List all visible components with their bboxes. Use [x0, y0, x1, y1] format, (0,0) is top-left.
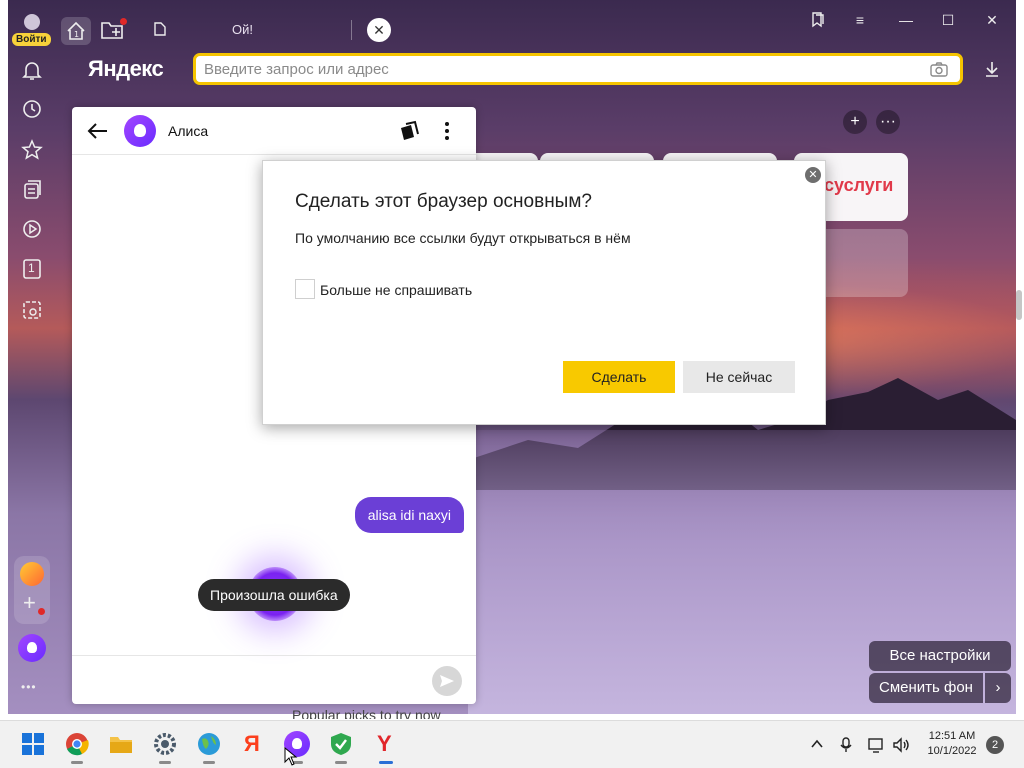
chrome-icon[interactable]	[64, 731, 90, 757]
browser-window: Войти 1 Ой! ✕ ≡ — ☐ ✕ Яндекс Введите зап…	[8, 0, 1016, 714]
yandex-letter: Я	[244, 731, 260, 756]
tab-close-button[interactable]: ✕	[367, 18, 391, 42]
login-label[interactable]: Войти	[12, 33, 51, 46]
title-bar: Войти 1 Ой! ✕ ≡ — ☐ ✕	[8, 0, 1016, 50]
mouse-cursor-icon	[284, 747, 298, 766]
tab-group-folder[interactable]	[100, 18, 130, 44]
shield-check-icon[interactable]	[328, 731, 354, 757]
alice-sidebar-button[interactable]	[18, 634, 46, 662]
next-background-button[interactable]: ›	[985, 673, 1011, 703]
sidebar-apps-group: +	[14, 556, 50, 624]
volume-icon[interactable]	[892, 737, 910, 753]
maps-running-indicator	[203, 761, 215, 764]
user-message-bubble: alisa idi naxyi	[354, 497, 464, 533]
yandex-browser-letter: Y	[377, 731, 392, 756]
more-vertical-icon[interactable]	[444, 121, 450, 141]
file-explorer-icon[interactable]	[108, 731, 134, 757]
behind-popular-picks-text: Popular picks to try now	[292, 707, 441, 719]
maximize-button[interactable]: ☐	[934, 10, 962, 30]
error-toast: Произошла ошибка	[198, 579, 350, 611]
screenshot-camera-icon[interactable]	[20, 298, 44, 322]
tab-home[interactable]: 1	[61, 17, 91, 45]
yandex-logo[interactable]: Яндекс	[88, 56, 164, 82]
tiles-more-button[interactable]: ···	[876, 110, 900, 134]
chevron-up-icon[interactable]	[810, 737, 824, 751]
svg-text:1: 1	[74, 30, 79, 39]
shield-running-indicator	[335, 761, 347, 764]
tab-counter-value: 1	[28, 261, 35, 275]
star-icon[interactable]	[20, 138, 44, 162]
add-app-button[interactable]: +	[23, 590, 36, 616]
alice-avatar	[124, 115, 156, 147]
alice-title: Алиса	[168, 123, 209, 139]
notification-dot	[120, 18, 127, 25]
gosuslugi-label: суслуги	[824, 175, 894, 195]
clock-time: 12:51 AM	[928, 730, 976, 742]
bell-icon[interactable]	[20, 58, 44, 82]
page-scrollbar[interactable]	[1016, 290, 1022, 320]
dialog-description: По умолчанию все ссылки будут открыватьс…	[295, 230, 631, 246]
send-arrow-icon	[440, 675, 454, 687]
download-icon[interactable]	[983, 60, 1001, 78]
tab-title[interactable]: Ой!	[232, 22, 253, 37]
maps-globe-icon[interactable]	[196, 731, 222, 757]
user-icon	[24, 14, 40, 30]
not-now-button[interactable]: Не сейчас	[683, 361, 795, 393]
network-monitor-icon[interactable]	[868, 737, 886, 753]
close-window-button[interactable]: ✕	[978, 10, 1006, 30]
history-clock-icon[interactable]	[20, 97, 44, 121]
yandex-browser-running-indicator	[379, 761, 393, 764]
make-default-button[interactable]: Сделать	[563, 361, 675, 393]
send-button[interactable]	[432, 666, 462, 696]
tab-counter-button[interactable]: 1	[20, 257, 44, 281]
back-arrow-icon[interactable]	[86, 119, 110, 143]
dialog-close-button[interactable]: ✕	[805, 167, 821, 183]
add-tile-button[interactable]: +	[843, 110, 867, 134]
alice-icon	[27, 642, 37, 653]
settings-gear-icon[interactable]	[152, 731, 178, 757]
default-browser-dialog: ✕ Сделать этот браузер основным? По умол…	[262, 160, 826, 425]
taskbar: Я Y 12:51 AM 10/1/2022 2	[0, 720, 1024, 768]
home-icon: 1	[67, 21, 85, 40]
menu-button[interactable]: ≡	[846, 10, 874, 30]
address-bar[interactable]	[193, 53, 963, 85]
system-clock[interactable]: 12:51 AM 10/1/2022	[922, 729, 982, 759]
play-icon[interactable]	[20, 217, 44, 241]
all-settings-button[interactable]: Все настройки	[869, 641, 1011, 671]
alice-header: Алиса	[72, 107, 476, 155]
dialog-title: Сделать этот браузер основным?	[295, 191, 592, 212]
background-clouds	[468, 430, 1016, 714]
document-icon[interactable]	[154, 22, 166, 36]
dont-ask-label[interactable]: Больше не спрашивать	[320, 282, 472, 298]
address-input[interactable]	[196, 56, 896, 82]
add-app-notification-dot	[38, 608, 45, 615]
chrome-running-indicator	[71, 761, 83, 764]
change-background-button[interactable]: Сменить фон	[869, 673, 983, 703]
sidebar: 1 + •••	[8, 50, 56, 714]
alice-input-bar[interactable]	[72, 655, 476, 704]
clock-date: 10/1/2022	[927, 745, 977, 757]
sidebar-more-button[interactable]: •••	[21, 680, 37, 694]
collections-icon[interactable]	[20, 178, 44, 202]
dont-ask-checkbox[interactable]	[295, 279, 315, 299]
yandex-browser-icon[interactable]: Y	[372, 731, 398, 757]
yandex-app-icon[interactable]: Я	[240, 731, 266, 757]
app-shortcut-icon[interactable]	[20, 562, 44, 586]
minimize-button[interactable]: —	[892, 10, 920, 30]
tab-divider	[351, 20, 352, 40]
settings-running-indicator	[159, 761, 171, 764]
microphone-icon[interactable]	[840, 737, 852, 753]
camera-search-icon[interactable]	[930, 61, 948, 77]
notifications-badge[interactable]: 2	[986, 736, 1004, 754]
bookmarks-icon[interactable]	[804, 10, 832, 30]
cards-icon[interactable]	[397, 119, 421, 143]
windows-start-icon[interactable]	[20, 731, 46, 757]
